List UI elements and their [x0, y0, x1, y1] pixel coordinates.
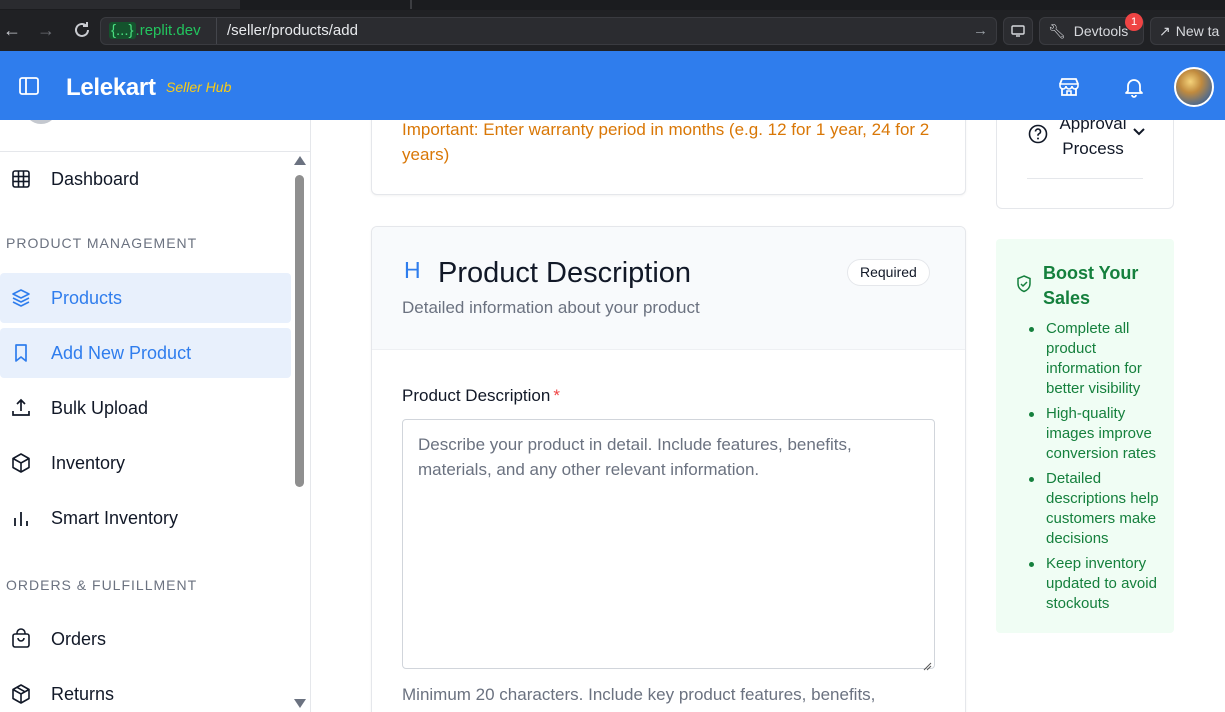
scroll-up-icon[interactable]: [294, 156, 306, 165]
browser-chrome: ← → {...} .replit.dev /seller/products/ad…: [0, 0, 1225, 51]
approval-title: Approval Process: [1059, 120, 1127, 158]
resize-handle-icon[interactable]: [923, 658, 932, 671]
approval-process-card[interactable]: Approval Process: [996, 120, 1174, 209]
brand-subtitle: Seller Hub: [166, 79, 232, 95]
screen-icon[interactable]: [1003, 17, 1033, 45]
scroll-down-icon[interactable]: [294, 699, 306, 708]
layers-icon: [10, 287, 32, 309]
tab-strip: [0, 0, 1225, 10]
scrollbar-thumb[interactable]: [295, 175, 304, 487]
sidebar-item-returns[interactable]: Returns: [0, 669, 291, 712]
divider: [0, 151, 310, 152]
field-label-text: Product Description: [402, 386, 551, 405]
list-item: Complete all product information for bet…: [1026, 319, 1166, 399]
list-item: Keep inventory updated to avoid stockout…: [1026, 554, 1166, 614]
new-tab-button[interactable]: ↗ New ta: [1150, 17, 1225, 45]
sidebar: Dashboard PRODUCT MANAGEMENT Products Ad…: [0, 120, 311, 712]
boost-sales-card: Boost Your Sales Complete all product in…: [996, 239, 1174, 633]
grid-icon: [10, 168, 32, 190]
sidebar-item-add-new-product[interactable]: Add New Product: [0, 328, 291, 378]
devtools-badge: 1: [1125, 13, 1143, 31]
browser-tab[interactable]: [0, 0, 240, 9]
bar-chart-icon: [10, 507, 32, 529]
tips-list: Complete all product information for bet…: [1026, 319, 1166, 619]
field-hint: Minimum 20 characters. Include key produ…: [402, 685, 876, 712]
sidebar-item-orders[interactable]: Orders: [0, 614, 291, 664]
sidebar-item-label: Inventory: [51, 453, 126, 473]
card-title: Product Description: [438, 257, 692, 289]
warranty-note: Important: Enter warranty period in mont…: [402, 120, 930, 164]
url-host: {...} .replit.dev: [109, 22, 201, 39]
back-icon[interactable]: ←: [0, 18, 24, 42]
product-description-card: H Product Description Required Detailed …: [371, 226, 966, 712]
sidebar-item-label: Smart Inventory: [51, 508, 179, 528]
go-arrow-icon[interactable]: →: [973, 21, 988, 41]
divider: [1027, 178, 1143, 179]
shield-check-icon: [1016, 275, 1032, 293]
wrench-icon: 🔧︎: [1048, 23, 1066, 39]
brand-name[interactable]: Lelekart: [66, 74, 156, 102]
bell-icon[interactable]: [1122, 75, 1146, 99]
address-bar[interactable]: {...} .replit.dev /seller/products/add →: [100, 17, 997, 45]
sidebar-item-label: Products: [51, 288, 123, 308]
section-heading: ORDERS & FULFILLMENT: [6, 577, 198, 593]
app-header: Lelekart Seller Hub: [0, 51, 1225, 120]
sidebar-item-dashboard[interactable]: Dashboard: [0, 154, 291, 204]
url-divider: [216, 18, 217, 44]
tab-divider: [410, 0, 412, 9]
sidebar-item-bulk-upload[interactable]: Bulk Upload: [0, 383, 291, 433]
boost-title: Boost Your Sales: [1043, 263, 1139, 308]
sidebar-item-label: Bulk Upload: [51, 398, 149, 418]
section-heading: PRODUCT MANAGEMENT: [6, 235, 198, 251]
sidebar-item-inventory[interactable]: Inventory: [0, 438, 291, 488]
main-content: Important: Enter warranty period in mont…: [312, 120, 1225, 712]
card-header: H Product Description Required Detailed …: [372, 227, 965, 350]
required-badge: Required: [847, 259, 930, 286]
heading-icon: H: [404, 257, 421, 283]
sidebar-item-products[interactable]: Products: [0, 273, 291, 323]
new-tab-label: New ta: [1175, 23, 1220, 39]
list-item: High-quality images improve conversion r…: [1026, 404, 1166, 464]
reload-icon[interactable]: [70, 18, 94, 42]
seller-avatar: [24, 120, 58, 124]
sidebar-item-label: Orders: [51, 629, 107, 649]
external-link-icon: ↗: [1159, 23, 1171, 39]
card-subtitle: Detailed information about your product: [402, 298, 700, 317]
chevron-down-icon[interactable]: [1130, 123, 1148, 141]
required-mark: *: [553, 386, 560, 405]
sidebar-item-smart-inventory[interactable]: Smart Inventory: [0, 493, 291, 543]
store-icon[interactable]: [1057, 75, 1081, 99]
list-item: Detailed descriptions help customers mak…: [1026, 469, 1166, 549]
help-circle-icon: [1027, 123, 1049, 145]
avatar[interactable]: [1174, 67, 1214, 107]
sidebar-item-label: Returns: [51, 684, 115, 704]
product-description-textarea[interactable]: [402, 419, 935, 669]
bookmark-icon: [10, 342, 32, 364]
shopping-bag-icon: [10, 628, 32, 650]
box-icon: [10, 452, 32, 474]
url-path: /seller/products/add: [227, 22, 358, 39]
sidebar-item-label: Add New Product: [51, 343, 192, 363]
warranty-card: Important: Enter warranty period in mont…: [371, 120, 966, 195]
devtools-label: Devtools: [1073, 23, 1129, 39]
package-icon: [10, 683, 32, 705]
sidebar-toggle-icon[interactable]: [18, 75, 40, 97]
field-label: Product Description *: [402, 386, 560, 406]
upload-icon: [10, 397, 32, 419]
sidebar-scrollbar[interactable]: [292, 150, 306, 712]
forward-icon[interactable]: →: [34, 18, 58, 42]
sidebar-item-label: Dashboard: [51, 169, 140, 189]
